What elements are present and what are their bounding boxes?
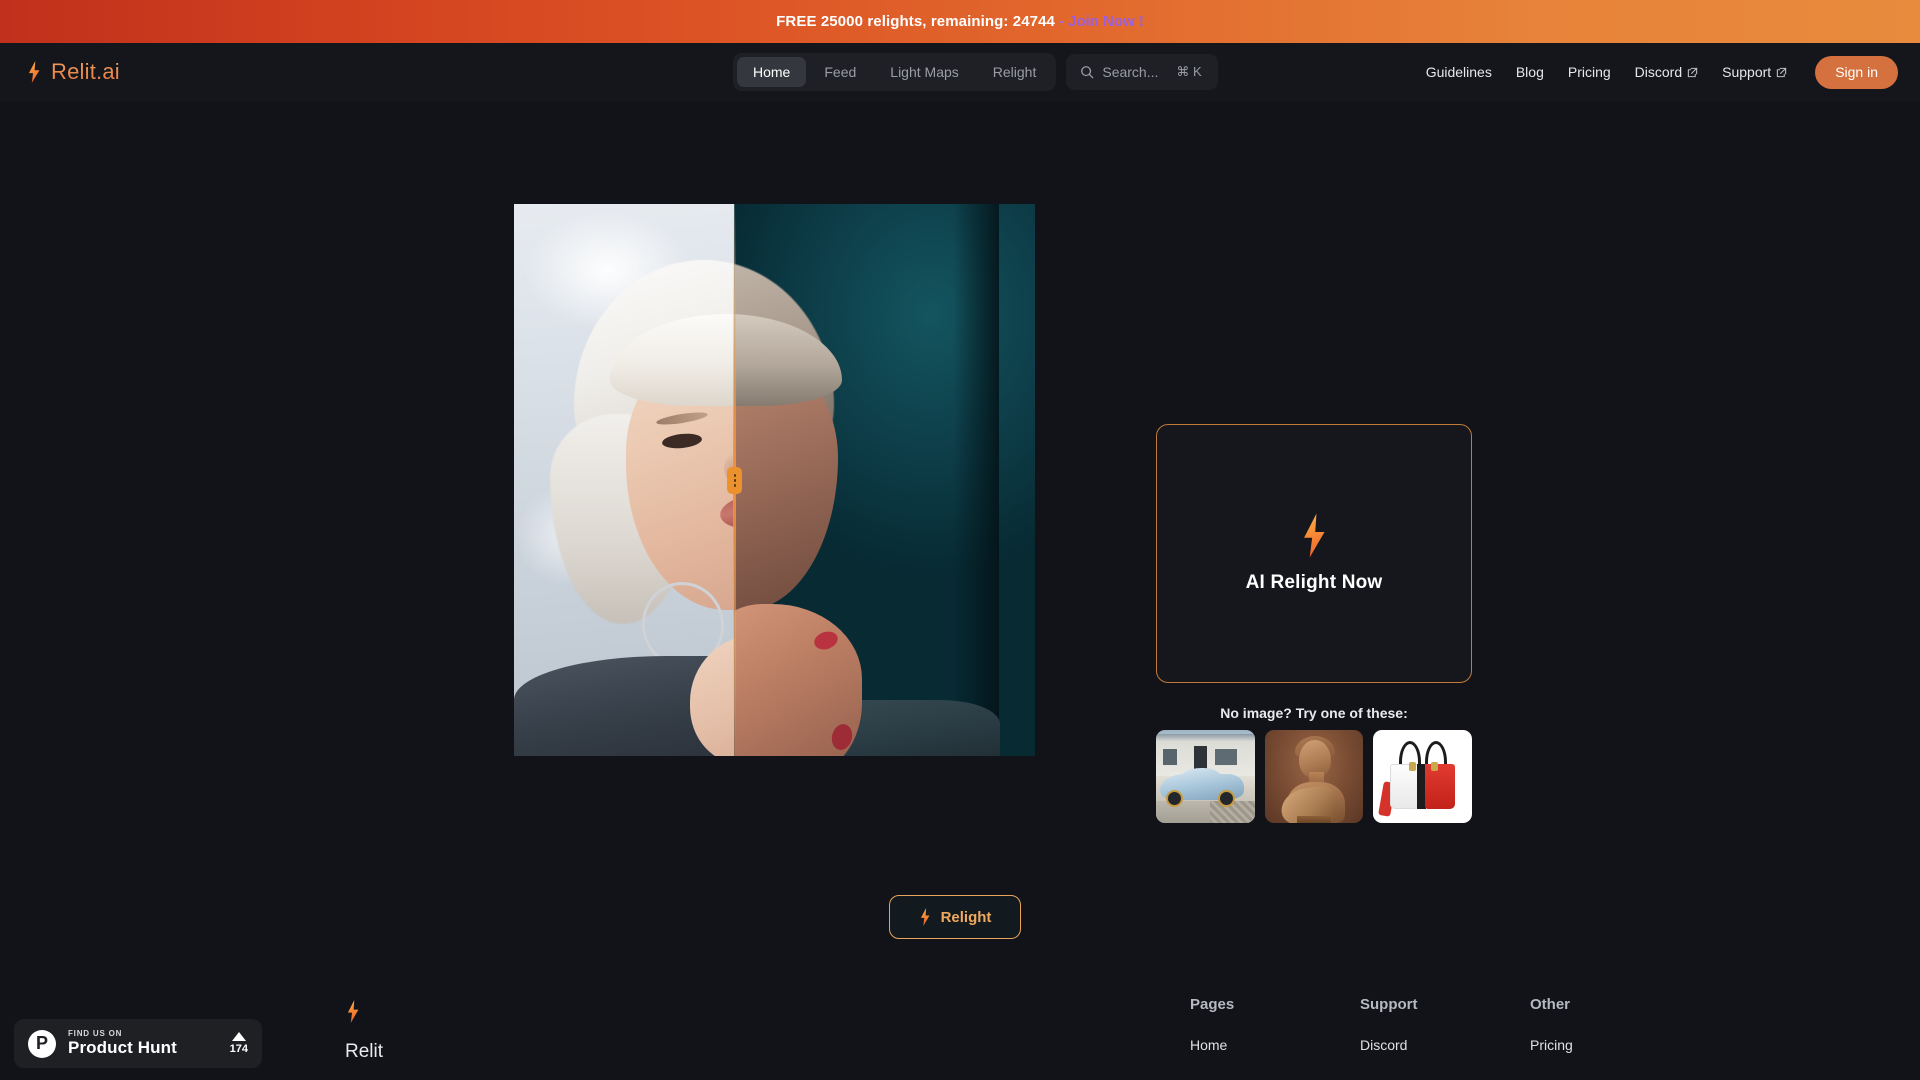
product-hunt-logo-icon: P xyxy=(28,1029,56,1058)
lightning-bolt-icon xyxy=(920,908,930,926)
nav-item-home[interactable]: Home xyxy=(737,57,807,87)
product-hunt-name: Product Hunt xyxy=(68,1037,177,1057)
nav-link-pricing-label: Pricing xyxy=(1567,64,1611,80)
nav-link-guidelines[interactable]: Guidelines xyxy=(1426,64,1492,80)
nav-right-group: Guidelines Blog Pricing Discord Support xyxy=(1426,55,1898,89)
before-after-comparison[interactable] xyxy=(514,204,1035,756)
promo-separator: - xyxy=(1059,13,1064,30)
after-background-pillar xyxy=(953,204,999,756)
footer-brand-name: Relit xyxy=(345,1041,384,1062)
lightning-bolt-icon xyxy=(28,61,40,83)
nav-center-group: Home Feed Light Maps Relight Search... ⌘… xyxy=(733,53,1218,91)
search-shortcut-hint: ⌘ K xyxy=(1176,64,1202,79)
footer-columns: Pages Home Support Discord Other Pricing xyxy=(1190,996,1612,1053)
nav-item-light-maps[interactable]: Light Maps xyxy=(874,57,974,87)
thumb-bust-base xyxy=(1296,816,1331,823)
handle-dot xyxy=(733,479,737,482)
handle-dot xyxy=(733,474,737,477)
footer-link-pricing[interactable]: Pricing xyxy=(1530,1037,1612,1053)
footer-column-other: Other Pricing xyxy=(1530,996,1612,1053)
sample-thumbnail-list xyxy=(1156,730,1473,823)
product-hunt-upvote[interactable]: 174 xyxy=(230,1032,248,1055)
main-content: Relight AI Relight Now No image? Try one… xyxy=(0,101,1920,981)
external-link-icon xyxy=(1687,67,1698,77)
nav-link-discord[interactable]: Discord xyxy=(1635,64,1698,80)
thumb-bag-clasp xyxy=(1431,762,1439,771)
thumb-car-wheel xyxy=(1166,790,1183,807)
nav-link-discord-label: Discord xyxy=(1634,64,1683,80)
thumb-bag-red-panel xyxy=(1425,764,1456,809)
nav-item-feed[interactable]: Feed xyxy=(808,57,872,87)
top-navbar: Relit.ai Home Feed Light Maps Relight Se… xyxy=(0,43,1920,101)
thumb-window xyxy=(1162,748,1178,766)
nav-item-relight[interactable]: Relight xyxy=(977,57,1053,87)
footer-column-title: Other xyxy=(1530,996,1571,1013)
relight-button-label: Relight xyxy=(940,908,992,926)
upvote-triangle-icon xyxy=(231,1032,246,1041)
nav-link-support[interactable]: Support xyxy=(1722,64,1787,80)
sign-in-button[interactable]: Sign in xyxy=(1815,55,1898,89)
search-icon xyxy=(1081,66,1094,79)
comparison-slider-handle[interactable] xyxy=(727,467,743,494)
relight-button[interactable]: Relight xyxy=(889,895,1021,939)
upload-title: AI Relight Now xyxy=(1245,571,1383,593)
brand-logo[interactable]: Relit.ai xyxy=(26,59,120,85)
nav-link-support-label: Support xyxy=(1722,64,1772,80)
nav-link-blog-label: Blog xyxy=(1515,64,1544,80)
product-hunt-text: FIND US ON Product Hunt xyxy=(68,1029,218,1057)
site-footer: Relit Pages Home Support Discord Other P… xyxy=(0,985,1920,1080)
nav-link-guidelines-label: Guidelines xyxy=(1425,64,1492,80)
nav-pill-group: Home Feed Light Maps Relight xyxy=(733,53,1057,91)
search-placeholder: Search... xyxy=(1102,64,1159,80)
thumb-car-wheel xyxy=(1218,790,1235,807)
join-now-link[interactable]: Join Now ! xyxy=(1068,13,1144,30)
upvote-count: 174 xyxy=(229,1043,248,1055)
footer-link-home[interactable]: Home xyxy=(1190,1037,1272,1053)
brand-name: Relit.ai xyxy=(51,59,120,84)
product-hunt-badge[interactable]: P FIND US ON Product Hunt 174 xyxy=(14,1019,262,1068)
sample-thumbnail-classical-bust[interactable] xyxy=(1264,730,1364,823)
lightning-bolt-icon xyxy=(347,1000,359,1023)
footer-column-pages: Pages Home xyxy=(1190,996,1272,1053)
footer-link-discord[interactable]: Discord xyxy=(1360,1037,1442,1053)
upload-dropzone[interactable]: AI Relight Now xyxy=(1156,424,1472,683)
thumb-bag-clasp xyxy=(1409,762,1417,771)
external-link-icon xyxy=(1777,67,1787,77)
app-root: FREE 25000 relights, remaining: 24744 - … xyxy=(0,0,1920,1080)
promo-text: FREE 25000 relights, remaining: 24744 xyxy=(776,13,1055,30)
nav-link-pricing[interactable]: Pricing xyxy=(1568,64,1611,80)
sample-thumbnail-blue-supercar[interactable] xyxy=(1156,730,1255,823)
nav-link-blog[interactable]: Blog xyxy=(1516,64,1544,80)
footer-column-title: Pages xyxy=(1190,996,1235,1013)
lightning-bolt-icon xyxy=(1304,513,1325,558)
sample-images-label: No image? Try one of these: xyxy=(1220,705,1408,721)
search-input[interactable]: Search... ⌘ K xyxy=(1066,54,1218,90)
footer-column-support: Support Discord xyxy=(1360,996,1442,1053)
footer-column-title: Support xyxy=(1360,996,1418,1013)
thumb-window xyxy=(1214,748,1238,766)
footer-brand[interactable]: Relit xyxy=(345,1000,383,1063)
sample-thumbnail-red-white-handbag[interactable] xyxy=(1373,730,1473,823)
handle-dot xyxy=(733,484,737,487)
promo-banner: FREE 25000 relights, remaining: 24744 - … xyxy=(0,0,1920,43)
